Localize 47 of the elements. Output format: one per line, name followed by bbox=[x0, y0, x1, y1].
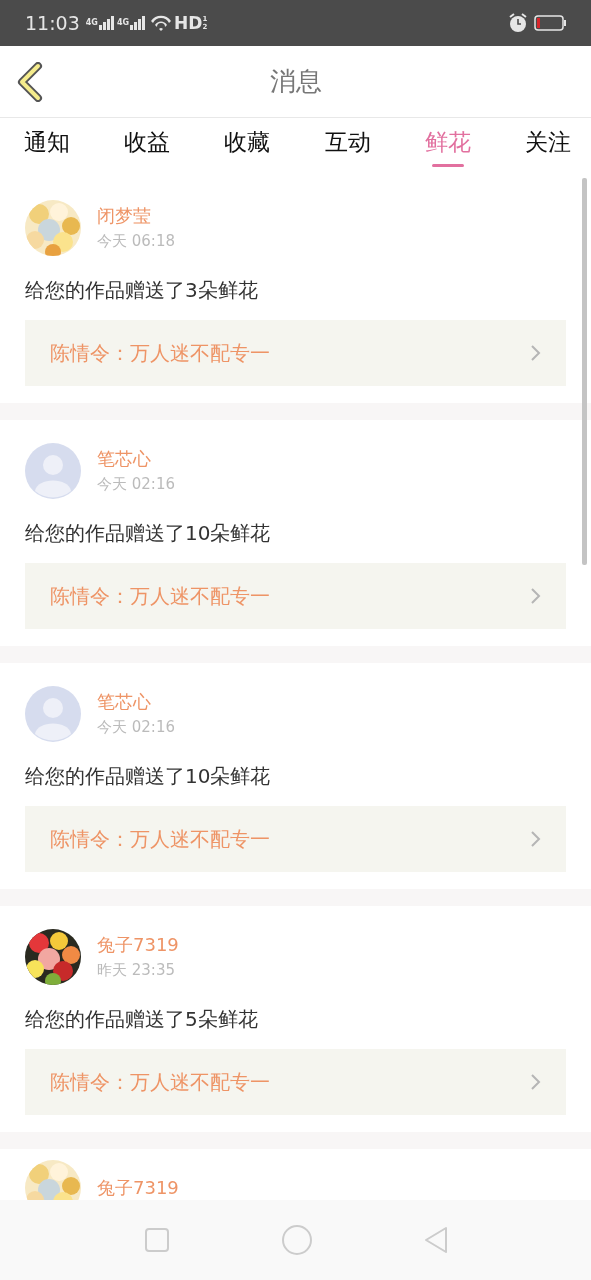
chevron-right-icon bbox=[530, 830, 542, 848]
clock-time: 11:03 bbox=[25, 12, 80, 34]
message-text: 给您的作品赠送了10朵鲜花 bbox=[25, 520, 272, 547]
tab[interactable]: 收益 bbox=[110, 118, 185, 177]
message-text: 给您的作品赠送了5朵鲜花 bbox=[25, 1006, 259, 1033]
alarm-icon bbox=[508, 13, 528, 33]
message-text: 给您的作品赠送了10朵鲜花 bbox=[25, 763, 272, 790]
tab[interactable]: 互动 bbox=[310, 118, 385, 177]
message-time: 今天 02:16 bbox=[97, 474, 175, 494]
tab[interactable]: 收藏 bbox=[210, 118, 285, 177]
chevron-right-icon bbox=[530, 1073, 542, 1091]
message-time: 今天 02:16 bbox=[97, 717, 175, 737]
page-title: 消息 bbox=[269, 66, 322, 96]
user-name[interactable]: 兔子7319 bbox=[97, 1177, 179, 1199]
battery-icon bbox=[534, 15, 567, 31]
message-time: 昨天 23:35 bbox=[97, 960, 176, 980]
triangle-icon bbox=[423, 1226, 448, 1254]
default-avatar-icon bbox=[25, 443, 81, 499]
tab[interactable]: 关注 bbox=[510, 118, 585, 177]
user-name[interactable]: 笔芯心 bbox=[97, 448, 175, 470]
hd-label: HD bbox=[174, 13, 203, 33]
work-link[interactable]: 陈情令：万人迷不配专一 bbox=[25, 563, 566, 629]
recents-button[interactable] bbox=[143, 1227, 170, 1253]
home-button[interactable] bbox=[281, 1225, 312, 1255]
work-link[interactable]: 陈情令：万人迷不配专一 bbox=[25, 806, 566, 872]
signal-icon bbox=[130, 16, 146, 30]
tab[interactable]: 鲜花 bbox=[410, 118, 485, 177]
work-link[interactable]: 陈情令：万人迷不配专一 bbox=[25, 320, 566, 386]
square-icon bbox=[143, 1227, 170, 1253]
message-text: 给您的作品赠送了3朵鲜花 bbox=[25, 277, 259, 304]
chevron-right-icon bbox=[530, 344, 542, 362]
chevron-right-icon bbox=[530, 587, 542, 605]
circle-icon bbox=[281, 1225, 312, 1255]
default-avatar-icon bbox=[25, 686, 81, 742]
back-button[interactable] bbox=[16, 61, 44, 102]
back-nav-button[interactable] bbox=[423, 1226, 448, 1254]
user-name[interactable]: 笔芯心 bbox=[97, 691, 175, 713]
tab[interactable]: 通知 bbox=[10, 118, 84, 177]
scrollbar[interactable] bbox=[582, 178, 587, 565]
wifi-icon bbox=[150, 14, 173, 32]
network-label: 4G bbox=[116, 18, 130, 27]
signal-icon bbox=[98, 16, 114, 30]
user-name[interactable]: 闭梦莹 bbox=[97, 205, 175, 227]
work-link[interactable]: 陈情令：万人迷不配专一 bbox=[25, 1049, 566, 1115]
user-name[interactable]: 兔子7319 bbox=[97, 934, 179, 956]
network-label: 4G bbox=[85, 18, 98, 27]
message-time: 今天 06:18 bbox=[97, 231, 175, 251]
